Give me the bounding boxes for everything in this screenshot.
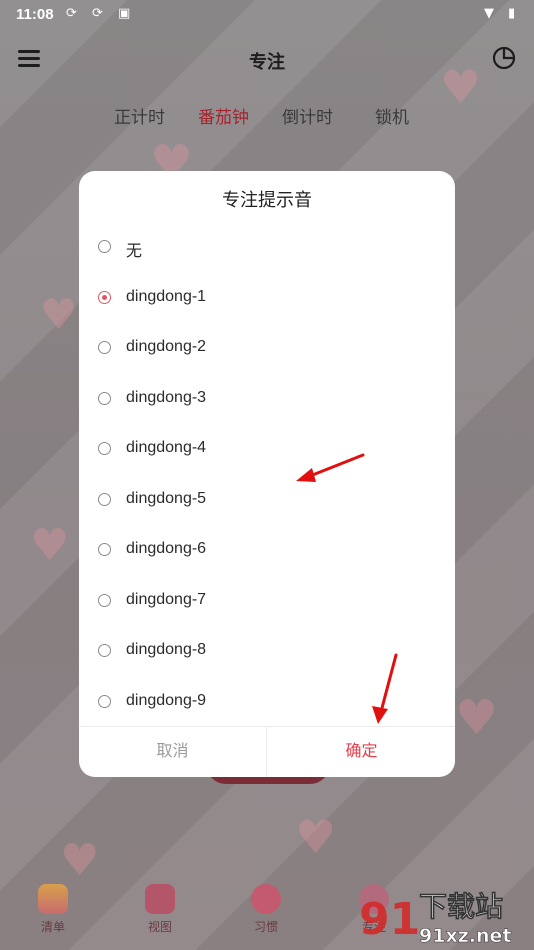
radio-button-checked[interactable] (98, 291, 111, 304)
heart-decoration: ♥ (455, 690, 499, 746)
wifi-icon: ▼ (484, 6, 494, 21)
tab-count-up[interactable]: 正计时 (114, 103, 165, 128)
sound-option[interactable]: dingdong-5 (79, 475, 455, 525)
stats-chart-icon[interactable] (492, 46, 516, 70)
option-label: 无 (126, 243, 143, 260)
option-label: dingdong-4 (126, 439, 207, 456)
heart-decoration: ♥ (60, 835, 100, 886)
donut-icon (251, 884, 281, 914)
option-label: dingdong-7 (126, 591, 207, 608)
tab-lock[interactable]: 锁机 (375, 103, 409, 128)
page-title: 专注 (249, 52, 285, 72)
radio-button[interactable] (98, 695, 111, 708)
radio-button[interactable] (98, 392, 111, 405)
nav-item-habit[interactable]: 习惯 (236, 880, 296, 935)
option-label: dingdong-9 (126, 692, 207, 709)
radio-button[interactable] (98, 442, 111, 455)
radio-button[interactable] (98, 493, 111, 506)
sound-option[interactable]: dingdong-4 (79, 424, 455, 474)
sound-option[interactable]: dingdong-7 (79, 576, 455, 626)
app-notification-icon: ▣ (118, 6, 131, 21)
heart-decoration: ♥ (40, 290, 78, 339)
cancel-button[interactable]: 取消 (79, 727, 267, 777)
focus-sound-dialog: 专注提示音 无 dingdong-1 dingdong-2 dingdong-3… (79, 171, 455, 777)
nav-item-list[interactable]: 清单 (23, 880, 83, 935)
svg-text:91xz.net: 91xz.net (419, 925, 511, 947)
mode-tabs: 正计时 番茄钟 倒计时 锁机 (0, 103, 534, 129)
sound-option[interactable]: dingdong-9 (79, 677, 455, 727)
status-bar: 11:08 ⟳ ⟳ ▣ ▼ ▮ (0, 0, 534, 30)
radio-button[interactable] (98, 644, 111, 657)
sound-option[interactable]: dingdong-6 (79, 525, 455, 575)
heart-decoration: ♥ (30, 520, 70, 571)
svg-text:91: 91 (359, 894, 420, 945)
sound-option[interactable]: dingdong-3 (79, 374, 455, 424)
option-label: dingdong-3 (126, 389, 207, 406)
sync-icon: ⟳ (66, 6, 77, 21)
sound-option[interactable]: dingdong-8 (79, 626, 455, 676)
nav-label: 习惯 (253, 920, 278, 934)
dialog-title: 专注提示音 (222, 190, 312, 210)
radio-button[interactable] (98, 341, 111, 354)
site-watermark-logo: 91 下载站 91xz.net (359, 890, 512, 948)
nav-item-view[interactable]: 视图 (130, 880, 190, 935)
option-label: dingdong-2 (126, 338, 207, 355)
confirm-button[interactable]: 确定 (268, 727, 455, 777)
sound-option[interactable]: dingdong-1 (79, 273, 455, 323)
battery-icon: ▮ (508, 6, 516, 21)
svg-text:下载站: 下载站 (419, 890, 503, 923)
gift-icon (38, 884, 68, 914)
sound-option[interactable]: dingdong-2 (79, 323, 455, 373)
radio-button[interactable] (98, 594, 111, 607)
radio-button[interactable] (98, 240, 111, 253)
sync-icon: ⟳ (92, 6, 103, 21)
sound-option[interactable]: 无 (79, 222, 455, 272)
status-time: 11:08 (16, 6, 54, 23)
nav-label: 视图 (147, 920, 172, 934)
option-label: dingdong-8 (126, 641, 207, 658)
tab-countdown[interactable]: 倒计时 (282, 103, 333, 128)
envelope-icon (145, 884, 175, 914)
nav-label: 清单 (40, 920, 65, 934)
dialog-buttons: 取消 确定 (79, 726, 455, 777)
tab-pomodoro[interactable]: 番茄钟 (198, 103, 249, 128)
radio-button[interactable] (98, 543, 111, 556)
option-label: dingdong-6 (126, 540, 207, 557)
option-label: dingdong-5 (126, 490, 207, 507)
option-label: dingdong-1 (126, 288, 207, 305)
heart-decoration: ♥ (295, 810, 337, 864)
app-bar: 专注 (0, 38, 534, 82)
